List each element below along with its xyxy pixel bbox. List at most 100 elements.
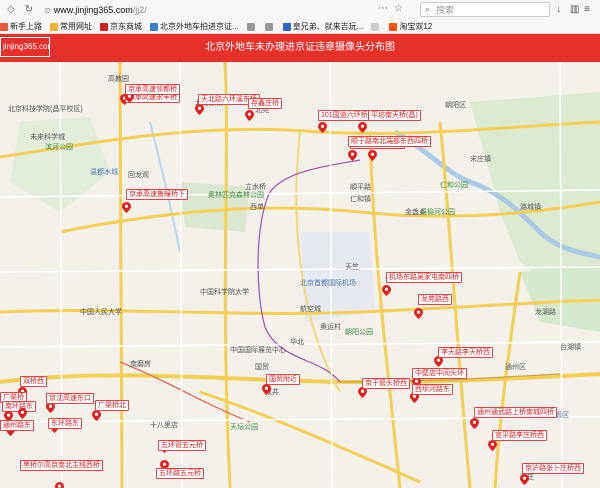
address-bar[interactable]: ⊙ www.jinjing365.com/jj2/ (44, 3, 384, 17)
camera-pin-icon[interactable] (262, 384, 271, 395)
search-input[interactable]: 搜索 (436, 3, 454, 16)
browser-chrome: ◇ ↻ ⊙ www.jinjing365.com/jj2/ ⋯ ☆ ⌕ 搜索 ↓… (0, 0, 600, 34)
place-label: 奥林匹克森林公园 (208, 192, 264, 199)
camera-label[interactable]: 机场东路吴家屯南四桥 (386, 272, 462, 283)
bookmark-label: 淘宝双12 (399, 22, 433, 31)
camera-label[interactable]: 五环路五元桥 (156, 468, 204, 479)
bookmark-favicon-icon (0, 22, 8, 31)
downloads-icon[interactable]: ↓ (556, 4, 561, 15)
road (199, 390, 421, 484)
park-area (520, 262, 600, 332)
place-label: 天竺 (345, 264, 359, 271)
place-label: 华北 (290, 339, 304, 346)
place-label: 航空城 (300, 306, 321, 313)
camera-pin-icon[interactable] (358, 122, 367, 133)
place-label: 高教园 (108, 76, 129, 83)
camera-pin-icon[interactable] (488, 440, 497, 451)
camera-pin-icon[interactable] (520, 474, 529, 485)
camera-label[interactable]: 西坝河路东 (412, 384, 453, 395)
reload-icon[interactable]: ↻ (22, 3, 36, 17)
camera-label[interactable]: 通州路东 (0, 420, 34, 431)
camera-pin-icon[interactable] (245, 110, 254, 121)
camera-label[interactable]: 存鑫庄桥 (248, 98, 282, 109)
bookmark-item[interactable]: 皇兄弟、就来吉玩... (282, 21, 364, 32)
place-label: 回龙观 (128, 172, 149, 179)
bookmark-favicon-icon (100, 22, 108, 31)
road (118, 62, 124, 488)
camera-label[interactable]: 东环路东 (48, 418, 82, 429)
camera-label[interactable]: 双桥西 (20, 376, 47, 387)
camera-label[interactable]: 京干管头桥西 (362, 378, 410, 389)
bookmark-label: 皇兄弟、就来吉玩... (292, 22, 364, 31)
place-label: 中国国际展览中心 (230, 347, 286, 354)
bookmark-item[interactable] (246, 22, 257, 31)
bookmark-favicon-icon (389, 22, 398, 31)
camera-pin-icon[interactable] (348, 150, 357, 161)
camera-pin-icon[interactable] (368, 150, 377, 161)
camera-label[interactable]: 通州通武路上桥南城四桥 (474, 407, 557, 418)
camera-pin-icon[interactable] (414, 308, 423, 319)
search-box[interactable]: ⌕ 搜索 (420, 2, 550, 17)
camera-label[interactable]: 黑桥尔高京南北主线西桥 (20, 460, 103, 471)
bookmark-item[interactable]: 淘宝双12 (389, 21, 432, 32)
metro-line (269, 159, 361, 193)
camera-pin-icon[interactable] (92, 410, 101, 421)
place-label: 天坛公园 (230, 424, 258, 431)
address-actions: ⋯ ☆ (378, 3, 403, 14)
place-label: 通州区 (505, 364, 526, 371)
camera-label[interactable]: 顺于路南北端部东西四桥 (348, 136, 431, 147)
camera-pin-icon[interactable] (18, 408, 27, 419)
bookmark-item[interactable] (371, 22, 381, 31)
place-label: 中国科学院大学 (200, 289, 249, 296)
camera-label[interactable]: 中壁店中间头环 (412, 368, 467, 379)
place-label: 未来科学城 (30, 134, 65, 141)
camera-label[interactable]: 五环管五元桥 (158, 440, 206, 451)
place-label: 潞城镇 (520, 204, 541, 211)
camera-pin-icon[interactable] (195, 104, 204, 115)
camera-label[interactable]: 京沈高速东口 (46, 393, 94, 404)
camera-label[interactable]: 京沪路张卜庄桥西 (522, 463, 584, 474)
bookmark-favicon-icon (150, 22, 158, 31)
shield-icon[interactable]: ◇ (4, 3, 18, 17)
bookmark-label: 常用网址 (60, 22, 92, 31)
bookmark-item[interactable]: 新手上路 (0, 21, 42, 32)
camera-label[interactable]: 京承高速邻都桥 (125, 84, 180, 95)
river (149, 121, 181, 253)
camera-label[interactable]: 国贸附近 (266, 374, 300, 385)
camera-label[interactable]: 宣平路李庄桥西 (492, 430, 547, 441)
place-label: 顺平路 (350, 184, 371, 191)
lock-icon: ⊙ (44, 5, 51, 15)
camera-label[interactable]: 101国道六环桥 (318, 110, 371, 121)
place-label: 温都水城 (90, 169, 118, 176)
camera-label[interactable]: 平坊南天桥(昌) (368, 110, 421, 121)
place-label: 仁和镇 (350, 196, 371, 203)
bookmark-item[interactable]: 京东商城 (100, 21, 142, 32)
place-label: 南磨房 (130, 361, 151, 368)
camera-pin-icon[interactable] (470, 418, 479, 429)
page-action-icon[interactable]: ⋯ (378, 3, 388, 14)
camera-label[interactable]: 京承高速鲁疃桥下 (126, 189, 188, 200)
bookmark-star-icon[interactable]: ☆ (394, 3, 403, 14)
camera-label[interactable]: 龙苑路西 (418, 294, 452, 305)
library-icon[interactable]: ▥ (570, 4, 579, 15)
menu-icon[interactable]: ≡ (584, 4, 590, 15)
camera-pin-icon[interactable] (382, 285, 391, 296)
camera-map[interactable]: 高教园北京科技学院(昌平校区)北七家镇未来科学城滨河公园朝阳区温都水城回龙观立水… (0, 62, 600, 488)
bookmark-item[interactable]: 常用网址 (50, 21, 92, 32)
bookmark-item[interactable]: 北京外地车拍进京证... (150, 21, 239, 32)
camera-label[interactable]: 广渠桥北 (95, 400, 129, 411)
camera-pin-icon[interactable] (318, 122, 327, 133)
place-label: 宋庄镇 (470, 156, 491, 163)
bookmark-favicon-icon (50, 22, 58, 31)
camera-label[interactable]: 李天路李天桥西 (438, 347, 493, 358)
camera-pin-icon[interactable] (55, 482, 64, 488)
camera-pin-icon[interactable] (122, 202, 131, 213)
bookmark-favicon-icon (282, 22, 291, 31)
bookmark-favicon-icon (246, 22, 255, 31)
place-label: 台湖镇 (560, 344, 581, 351)
bookmark-item[interactable] (264, 22, 275, 31)
place-label: 金盏乡 (405, 209, 426, 216)
bookmark-favicon-icon (264, 22, 273, 31)
place-label: 滨河公园 (45, 144, 73, 151)
bookmarks-toolbar: 新手上路 常用网址 京东商城 北京外地车拍进京证... 皇兄弟、就来吉玩... 淘宝双12 (0, 19, 600, 34)
